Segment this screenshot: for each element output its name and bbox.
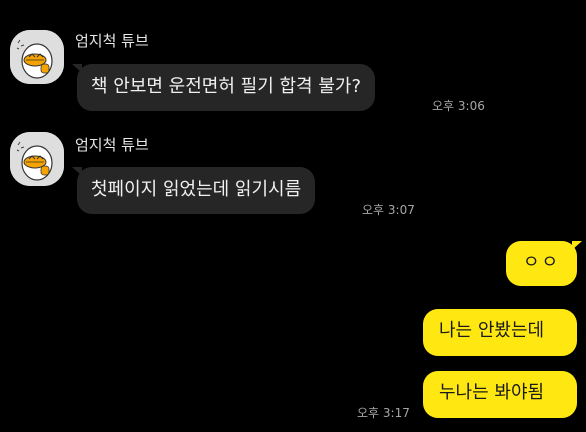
message-bubble[interactable]: 누나는 봐야됨 xyxy=(423,371,577,418)
bubble-tail xyxy=(572,241,582,250)
message-bubble[interactable]: 책 안보면 운전면허 필기 합격 불가? xyxy=(77,64,376,111)
chat-room: 엄지척 튜브 책 안보면 운전면허 필기 합격 불가? 오후 3:06 엄지척 … xyxy=(0,0,586,432)
message-timestamp: 오후 3:06 xyxy=(432,99,485,113)
tube-duck-thumbs-up-icon[interactable] xyxy=(10,30,64,84)
message-timestamp: 오후 3:07 xyxy=(362,203,415,217)
message-bubble[interactable]: 나는 안봤는데 xyxy=(423,309,577,356)
sender-name: 엄지척 튜브 xyxy=(75,136,149,154)
message-timestamp: 오후 3:17 xyxy=(357,406,410,420)
sender-name: 엄지척 튜브 xyxy=(75,32,149,50)
message-bubble[interactable]: ㅇㅇ xyxy=(506,241,577,286)
tube-duck-thumbs-up-icon[interactable] xyxy=(10,132,64,186)
message-bubble[interactable]: 첫페이지 읽었는데 읽기시름 xyxy=(77,167,316,214)
